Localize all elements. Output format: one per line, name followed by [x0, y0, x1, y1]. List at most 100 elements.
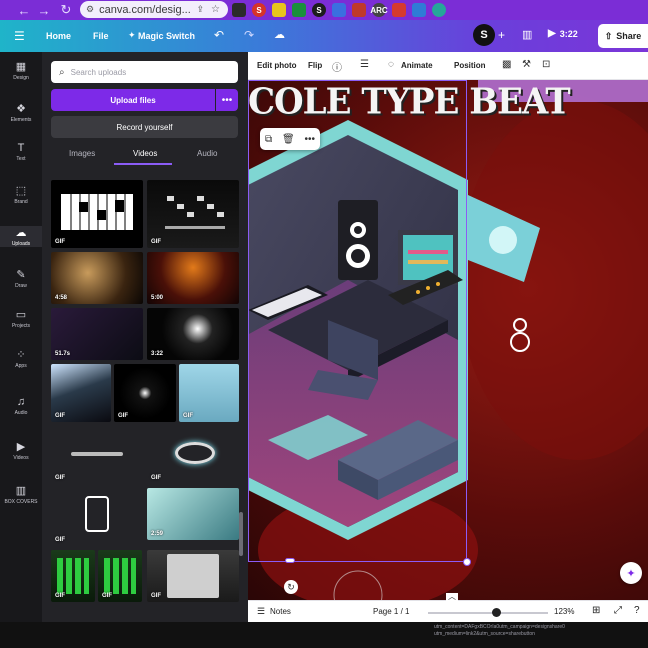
back-icon[interactable]: ←	[14, 3, 34, 18]
copy-style-icon[interactable]: ⚒	[522, 59, 531, 70]
share-page-icon[interactable]: ⇪	[196, 4, 204, 15]
animate-button[interactable]: Animate	[401, 61, 433, 70]
bookmark-b9-icon[interactable]	[392, 3, 406, 17]
forward-icon[interactable]: →	[34, 3, 54, 18]
fullscreen-icon[interactable]: ⤢	[614, 605, 622, 616]
upload-files-button[interactable]: Upload files	[51, 89, 215, 111]
upload-thumbnail[interactable]: GIF	[98, 550, 142, 602]
reload-icon[interactable]: ↻	[56, 2, 76, 18]
tab-audio[interactable]: Audio	[197, 149, 217, 158]
grid-view-icon[interactable]: ⊞	[592, 605, 600, 616]
rail-item-text[interactable]: T Text	[0, 142, 42, 162]
bookmark-b10-icon[interactable]	[412, 3, 426, 17]
uploads-icon: ☁	[15, 227, 27, 239]
upload-thumbnail[interactable]: 51.7s	[51, 308, 143, 360]
zoom-level[interactable]: 123%	[554, 607, 574, 616]
bookmark-b8-icon[interactable]: ARC	[370, 3, 388, 17]
share-label: Share	[616, 31, 642, 41]
flip-button[interactable]: Flip	[308, 61, 322, 70]
record-yourself-button[interactable]: Record yourself	[51, 116, 238, 138]
upload-thumbnail[interactable]: GIF	[51, 180, 143, 248]
position-button[interactable]: Position	[454, 61, 486, 70]
present-button[interactable]: ▶ 3:22	[548, 28, 578, 39]
rail-item-apps[interactable]: ⁘ Apps	[0, 348, 42, 369]
upload-thumbnail[interactable]: 3:22	[147, 308, 239, 360]
menu-icon[interactable]: ☰	[14, 29, 25, 43]
selection-handle-bottom-right[interactable]	[463, 558, 471, 566]
crop-icon[interactable]: ☰	[360, 59, 369, 70]
tab-videos[interactable]: Videos	[133, 149, 157, 158]
upload-thumbnail[interactable]: GIF	[51, 488, 143, 546]
more-options-icon[interactable]: •••	[305, 134, 316, 145]
bookmark-b5-icon[interactable]: S	[312, 3, 326, 17]
search-input[interactable]: ⌕ Search uploads	[51, 61, 238, 83]
upload-thumbnail[interactable]: GIF	[147, 180, 239, 248]
bookmark-b1-icon[interactable]	[232, 3, 246, 17]
delete-icon[interactable]: 🗑	[282, 134, 295, 145]
share-button[interactable]: ⇧ Share	[598, 24, 648, 48]
upload-thumbnail[interactable]: 2:59	[147, 488, 239, 540]
undo-icon[interactable]: ↶	[214, 28, 224, 42]
upload-thumbnail[interactable]: GIF	[147, 550, 239, 602]
bookmark-star-icon[interactable]: ☆	[211, 4, 220, 15]
magic-switch-button[interactable]: Magic Switch	[138, 31, 195, 41]
lock-icon[interactable]: ⊡	[542, 59, 550, 70]
upload-thumbnail[interactable]: GIF	[51, 426, 143, 484]
thumbnail-label: 2:59	[151, 531, 164, 537]
bookmark-b7-icon[interactable]	[352, 3, 366, 17]
collapse-panel-icon[interactable]: ︿	[446, 593, 458, 601]
notes-button[interactable]: Notes	[270, 607, 291, 616]
bookmark-b4-icon[interactable]	[292, 3, 306, 17]
tab-images[interactable]: Images	[69, 149, 95, 158]
uploads-panel: ⌕ Search uploads Upload files ••• Record…	[42, 52, 248, 648]
zoom-slider[interactable]	[428, 612, 548, 614]
upload-thumbnail[interactable]: GIF	[51, 364, 111, 422]
edit-photo-button[interactable]: Edit photo	[257, 61, 297, 70]
bookmark-b6-icon[interactable]	[332, 3, 346, 17]
upload-thumbnail[interactable]: 5:00	[147, 252, 239, 304]
panel-scrollbar[interactable]	[239, 512, 243, 556]
thumbnail-label: GIF	[102, 593, 112, 599]
address-bar[interactable]: ⚙ canva.com/desig... ⇪ ☆	[80, 1, 228, 18]
redo-icon[interactable]: ↷	[244, 28, 254, 42]
home-button[interactable]: Home	[46, 31, 71, 41]
page-indicator[interactable]: Page 1 / 1	[373, 607, 409, 616]
zoom-slider-knob[interactable]	[492, 608, 502, 617]
bottom-bar: ☰ Notes Page 1 / 1 123% ⊞ ⤢ ?	[248, 600, 648, 622]
thumbnail-label: 3:22	[151, 351, 164, 357]
upload-more-options-button[interactable]: •••	[216, 89, 238, 111]
brand-avatar[interactable]: S	[473, 24, 495, 46]
design-page[interactable]: COLE TYPE BEAT ⧉ 🗑 ••• ↻ ✦	[248, 80, 648, 600]
rail-item-label: Videos	[13, 455, 29, 461]
upload-thumbnail[interactable]: GIF	[179, 364, 239, 422]
file-menu[interactable]: File	[93, 31, 109, 41]
magic-button[interactable]: ✦	[620, 562, 642, 584]
rail-item-audio[interactable]: ♫ Audio	[0, 396, 42, 416]
cloud-sync-icon[interactable]: ☁	[274, 28, 285, 41]
rail-item-elements[interactable]: ❖ Elements	[0, 102, 42, 123]
help-icon[interactable]: ?	[634, 605, 640, 616]
rail-item-box-covers[interactable]: ▥ BOX COVERS	[0, 484, 42, 505]
rotate-icon[interactable]: ↻	[284, 580, 298, 594]
upload-thumbnail[interactable]: 4:58	[51, 252, 143, 304]
rail-item-uploads[interactable]: ☁ Uploads	[0, 226, 42, 247]
rail-item-brand[interactable]: ⬚ Brand	[0, 184, 42, 205]
rail-item-design[interactable]: ▦ Design	[0, 60, 42, 81]
bookmark-b2-icon[interactable]: S	[252, 3, 266, 17]
bookmark-b3-icon[interactable]	[272, 3, 286, 17]
upload-thumbnail[interactable]: GIF	[147, 426, 239, 484]
upload-thumbnail[interactable]: GIF	[51, 550, 95, 602]
info-icon[interactable]: ⓘ	[332, 59, 342, 74]
site-info-icon[interactable]: ⚙	[86, 4, 94, 15]
bookmark-b11-icon[interactable]	[432, 3, 446, 17]
transparency-icon[interactable]: ▩	[502, 59, 511, 70]
rail-item-videos[interactable]: ▶ Videos	[0, 440, 42, 461]
selection-handle-bottom-left[interactable]	[285, 558, 295, 563]
rail-item-projects[interactable]: ▭ Projects	[0, 308, 42, 329]
add-collaborator-icon[interactable]: +	[498, 28, 505, 42]
analytics-icon[interactable]: ▥	[522, 28, 532, 41]
rail-item-draw[interactable]: ✎ Draw	[0, 268, 42, 289]
level-meter-icon	[57, 558, 89, 594]
duplicate-icon[interactable]: ⧉	[265, 134, 272, 145]
upload-thumbnail[interactable]: GIF	[114, 364, 176, 422]
